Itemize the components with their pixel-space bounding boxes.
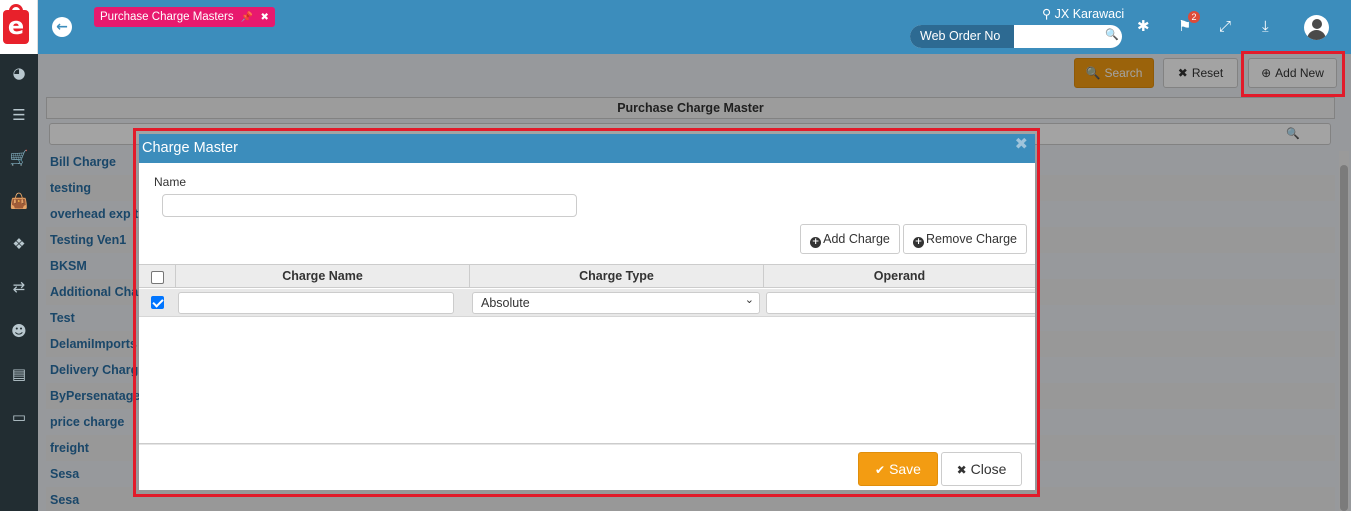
sidebar: ◕ ☰ 🛒 👜 ❖ ⇄ ☻ ▤ ▭ bbox=[0, 54, 38, 511]
close-icon[interactable]: ✖ bbox=[1015, 134, 1028, 153]
download-icon[interactable]: ⤓ bbox=[1262, 17, 1269, 35]
search-type-dropdown[interactable]: Web Order No ▼ bbox=[910, 25, 1014, 48]
highlight-box bbox=[1241, 51, 1345, 97]
name-input[interactable] bbox=[162, 194, 577, 217]
plus-circle-icon: + bbox=[912, 237, 924, 248]
table-row: Absolute ⌄ bbox=[139, 289, 1035, 317]
chevron-down-icon: ⌄ bbox=[744, 293, 754, 306]
name-label: Name bbox=[154, 175, 187, 189]
add-charge-button[interactable]: + Add Charge bbox=[800, 224, 900, 254]
remove-charge-button[interactable]: + Remove Charge bbox=[903, 224, 1027, 254]
dialog-title: Charge Master bbox=[142, 140, 238, 156]
shopping-bag-icon: 👜 bbox=[9, 192, 29, 210]
charge-name-input[interactable] bbox=[178, 292, 454, 314]
user-plus-icon: ☻ bbox=[11, 322, 27, 340]
plus-circle-icon: + bbox=[810, 237, 822, 248]
close-tab-icon[interactable]: ✖ bbox=[260, 12, 268, 23]
list-icon: ☰ bbox=[12, 106, 26, 124]
select-all-checkbox[interactable] bbox=[151, 271, 164, 284]
sidebar-item-user-add[interactable]: ☻ bbox=[0, 318, 38, 344]
location-indicator: ⚲ JX Karawaci bbox=[1042, 6, 1124, 21]
tab-purchase-charge-masters[interactable]: Purchase Charge Masters 📌 ✖ bbox=[94, 7, 275, 27]
book-icon: ▤ bbox=[11, 365, 27, 383]
dialog-header: Charge Master ✖ bbox=[139, 134, 1035, 163]
search-input[interactable] bbox=[1016, 27, 1104, 46]
sidebar-item-cart[interactable]: 🛒 bbox=[0, 145, 38, 171]
sidebar-item-dashboard[interactable]: ◕ bbox=[0, 60, 38, 86]
close-icon: ✖ bbox=[956, 463, 967, 477]
dashboard-icon: ◕ bbox=[12, 64, 26, 82]
dialog-footer-divider bbox=[139, 444, 1035, 445]
sidebar-item-cubes[interactable]: ❖ bbox=[0, 231, 38, 257]
search-icon[interactable]: 🔍 bbox=[1105, 28, 1119, 41]
pin-icon[interactable]: 📌 bbox=[241, 12, 253, 23]
operand-input[interactable] bbox=[766, 292, 1035, 314]
close-button[interactable]: ✖ Close bbox=[941, 452, 1022, 486]
asterisk-icon[interactable]: ✱ bbox=[1137, 17, 1150, 35]
global-search: Web Order No ▼ 🔍 bbox=[910, 25, 1122, 48]
check-icon: ✔ bbox=[875, 463, 886, 477]
charge-type-select[interactable]: Absolute ⌄ bbox=[472, 292, 760, 314]
shopping-bag-logo-icon: e bbox=[3, 4, 29, 44]
location-name: JX Karawaci bbox=[1054, 7, 1125, 21]
column-header: Charge Type bbox=[470, 265, 764, 288]
map-marker-icon: ⚲ bbox=[1042, 7, 1052, 21]
sidebar-item-card[interactable]: ▭ bbox=[0, 404, 38, 430]
exchange-icon: ⇄ bbox=[12, 278, 26, 296]
cart-icon: 🛒 bbox=[9, 149, 29, 167]
sidebar-item-list[interactable]: ☰ bbox=[0, 102, 38, 128]
cubes-icon: ❖ bbox=[12, 235, 26, 253]
app-logo[interactable]: e bbox=[0, 0, 38, 54]
notification-badge: 2 bbox=[1188, 11, 1200, 23]
sidebar-item-bag[interactable]: 👜 bbox=[0, 188, 38, 214]
column-header: Operand bbox=[764, 265, 1035, 288]
user-avatar[interactable] bbox=[1304, 15, 1329, 40]
save-button[interactable]: ✔ Save bbox=[858, 452, 938, 486]
row-checkbox[interactable] bbox=[151, 296, 164, 309]
select-all-header bbox=[139, 265, 176, 288]
tab-label: Purchase Charge Masters bbox=[100, 11, 234, 23]
charge-master-dialog: Charge Master ✖ Name + Add Charge + Remove… bbox=[139, 134, 1035, 490]
column-header: Charge Name bbox=[176, 265, 470, 288]
sidebar-item-book[interactable]: ▤ bbox=[0, 361, 38, 387]
fullscreen-icon[interactable]: ⤢ bbox=[1219, 17, 1231, 35]
sidebar-item-exchange[interactable]: ⇄ bbox=[0, 274, 38, 300]
credit-card-icon: ▭ bbox=[11, 408, 27, 426]
top-header: e ← Purchase Charge Masters 📌 ✖ ⚲ JX Kar… bbox=[0, 0, 1351, 54]
charge-table: Charge Name Charge Type Operand Absolute… bbox=[139, 264, 1035, 444]
back-arrow-icon[interactable]: ← bbox=[52, 17, 72, 37]
